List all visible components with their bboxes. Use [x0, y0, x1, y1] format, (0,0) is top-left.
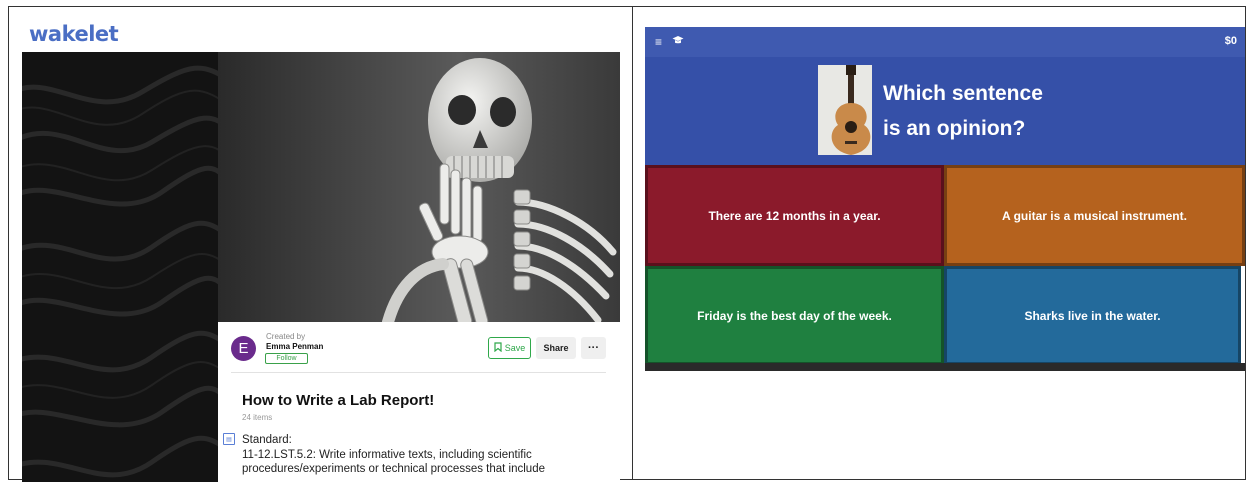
question-line-1: Which sentence [883, 82, 1043, 105]
panel-divider [632, 6, 633, 480]
guitar-image [818, 65, 872, 155]
question-line-2: is an opinion? [883, 117, 1026, 140]
skeleton-thinking-image [218, 52, 620, 322]
graduation-cap-icon[interactable] [672, 35, 684, 48]
item-count: 24 items [242, 413, 273, 422]
standard-text: 11-12.LST.5.2: Write informative texts, … [242, 448, 545, 476]
author-name[interactable]: Emma Penman [266, 342, 323, 351]
follow-button[interactable]: Follow [265, 353, 308, 364]
standard-description: Standard: 11-12.LST.5.2: Write informati… [242, 433, 592, 477]
sand-dunes-background [22, 52, 218, 482]
quiz-bottom-bar [645, 363, 1245, 371]
share-button[interactable]: Share [536, 337, 576, 359]
score-money: $0 [1224, 35, 1237, 47]
bookmark-icon [494, 342, 502, 354]
answer-option-2[interactable]: A guitar is a musical instrument. [944, 165, 1245, 266]
answer-option-1[interactable]: There are 12 months in a year. [645, 165, 944, 266]
answer-option-3[interactable]: Friday is the best day of the week. [645, 266, 944, 365]
created-by-label: Created by [266, 332, 306, 341]
more-options-button[interactable]: ··· [581, 337, 606, 359]
document-icon: ▤ [223, 433, 235, 445]
question-text: Which sentence is an opinion? [883, 76, 1043, 146]
quiz-top-bar: ≡ $0 [645, 27, 1245, 57]
answer-option-4[interactable]: Sharks live in the water. [944, 266, 1241, 365]
save-label: Save [504, 343, 526, 353]
collection-title: How to Write a Lab Report! [242, 392, 435, 409]
question-header: Which sentence is an opinion? [645, 57, 1245, 165]
divider [231, 372, 606, 373]
avatar[interactable]: E [231, 336, 256, 361]
hamburger-icon[interactable]: ≡ [655, 35, 662, 49]
crop-edge [218, 481, 620, 486]
wakelet-logo[interactable]: wakelet [29, 22, 119, 46]
standard-heading: Standard: [242, 434, 292, 446]
collection-card: E Created by Emma Penman Follow Save Sha… [218, 322, 620, 486]
save-button[interactable]: Save [488, 337, 531, 359]
